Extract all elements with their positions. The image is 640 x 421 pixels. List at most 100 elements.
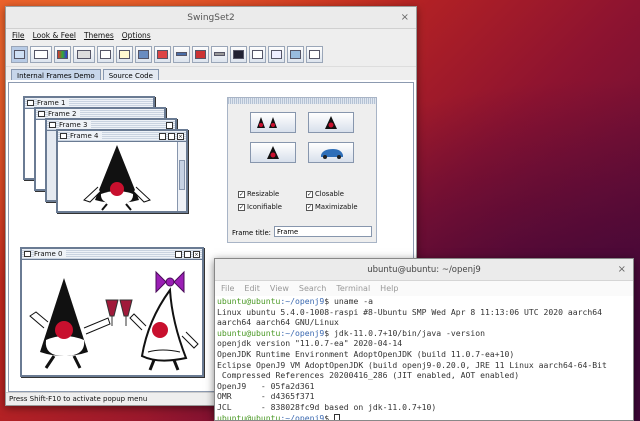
closable-checkbox[interactable]: ✓ Closable [306, 190, 344, 198]
close-icon[interactable]: × [177, 132, 184, 140]
frame-title-label: Frame title: [232, 229, 271, 237]
iconifiable-checkbox[interactable]: ✓ Iconifiable [238, 203, 282, 211]
frame-creation-panel: ✓ Resizable ✓ Closable ✓ Iconifiable ✓ Maxim… [227, 97, 377, 243]
html-demo-button[interactable] [116, 45, 133, 63]
panel-titlebar[interactable] [228, 98, 376, 104]
terminal-line: ubuntu@ubuntu:~/openj9$ [217, 413, 633, 420]
frame-icon [49, 122, 56, 128]
terminal-title: ubuntu@ubuntu: ~/openj9 [367, 265, 481, 275]
menu-file[interactable]: File [221, 284, 234, 293]
frame-icon [24, 251, 31, 257]
color-chooser-demo-button[interactable] [54, 45, 71, 63]
list-demo-button[interactable] [135, 45, 152, 63]
menu-view[interactable]: View [270, 284, 289, 293]
close-icon[interactable]: × [618, 259, 626, 281]
prompt-user: ubuntu@ubuntu [217, 327, 281, 338]
menu-help[interactable]: Help [380, 284, 398, 293]
prompt-user: ubuntu@ubuntu [217, 412, 281, 420]
frame-title: Frame 0 [34, 250, 66, 258]
frame-title: Frame 4 [70, 132, 102, 140]
terminal-window: ubuntu@ubuntu: ~/openj9 × File Edit View… [214, 258, 634, 421]
frame-title: Frame 3 [59, 121, 91, 129]
maximizable-checkbox[interactable]: ✓ Maximizable [306, 203, 358, 211]
close-icon[interactable]: × [401, 7, 409, 29]
checkbox-label: Iconifiable [247, 203, 282, 211]
internal-frame-4[interactable]: Frame 4 × [56, 129, 188, 213]
internal-frame-demo-button[interactable] [11, 45, 28, 63]
terminal-line: Compressed References 20200416_286 (JIT … [217, 370, 520, 381]
file-chooser-demo-button[interactable] [97, 45, 114, 63]
terminal-line: ubuntu@ubuntu:~/openj9$ jdk-11.0.7+10/bi… [217, 328, 633, 339]
menu-look-and-feel[interactable]: Look & Feel [33, 31, 76, 40]
terminal-line: Linux ubuntu 5.4.0-1008-raspi #8-Ubuntu … [217, 306, 602, 317]
duke-toast-image [29, 270, 199, 371]
terminal-line: openjdk version "11.0.7-ea" 2020-04-14 [217, 338, 403, 349]
duke-mascot-image [83, 145, 151, 211]
terminal-line: aarch64 aarch64 GNU/Linux [217, 317, 339, 328]
terminal-line: ubuntu@ubuntu:~/openj9$ uname -a [217, 296, 633, 307]
menubar: File Look & Feel Themes Options [6, 29, 416, 42]
checkbox-label: Closable [315, 190, 344, 198]
progress-bar-demo-button[interactable] [173, 45, 190, 63]
terminal-line: JCL - 838028fc9d based on jdk-11.0.7+10) [217, 401, 437, 412]
cursor [333, 413, 340, 420]
option-pane-demo-button[interactable] [154, 45, 171, 63]
swingset-title: SwingSet2 [187, 13, 235, 23]
frame-icon [38, 111, 45, 117]
tabbed-pane-demo-button[interactable] [249, 45, 266, 63]
prompt-user: ubuntu@ubuntu [217, 296, 281, 306]
prompt-path: :~/openj9 [280, 296, 325, 306]
button-demo-button[interactable] [30, 45, 52, 63]
command: $ jdk-11.0.7+10/bin/java -version [324, 327, 486, 338]
tab-internal-frames-demo[interactable]: Internal Frames Demo [11, 69, 101, 80]
terminal-line: OpenJDK Runtime Environment AdoptOpenJDK… [217, 348, 515, 359]
checkbox-label: Resizable [247, 190, 280, 198]
slider-demo-button[interactable] [211, 45, 228, 63]
frame-title-field[interactable]: Frame [274, 226, 372, 237]
maximize-icon[interactable] [184, 250, 191, 258]
split-pane-demo-button[interactable] [230, 45, 247, 63]
terminal-output[interactable]: ubuntu@ubuntu:~/openj9$ uname -a Linux ub… [215, 296, 633, 420]
scrollbar[interactable] [177, 142, 186, 211]
tree-demo-button[interactable] [306, 45, 323, 63]
command: $ [324, 412, 334, 420]
tab-source-code[interactable]: Source Code [102, 69, 159, 80]
create-frame-button-1[interactable] [250, 112, 296, 133]
combobox-demo-button[interactable] [73, 45, 95, 63]
frame-icon [27, 100, 34, 106]
table-demo-button[interactable] [268, 45, 285, 63]
frame-title: Frame 2 [48, 110, 80, 118]
terminal-line: Eclipse OpenJ9 VM AdoptOpenJDK (build op… [217, 359, 607, 370]
internal-frame-0[interactable]: Frame 0 × [20, 247, 204, 377]
prompt-path: :~/openj9 [280, 327, 325, 338]
create-frame-button-2[interactable] [308, 112, 354, 133]
menu-themes[interactable]: Themes [84, 31, 114, 40]
checkbox-label: Maximizable [315, 203, 358, 211]
minimize-icon[interactable] [166, 121, 173, 129]
minimize-icon[interactable] [159, 132, 166, 140]
maximize-icon[interactable] [168, 132, 175, 140]
terminal-titlebar[interactable]: ubuntu@ubuntu: ~/openj9 × [215, 259, 633, 281]
demo-toolbar [6, 42, 416, 67]
create-frame-button-4[interactable] [308, 142, 354, 163]
menu-search[interactable]: Search [299, 284, 326, 293]
resizable-checkbox[interactable]: ✓ Resizable [238, 190, 279, 198]
scroll-pane-demo-button[interactable] [192, 45, 209, 63]
terminal-line: OMR - d4365f371 [217, 391, 315, 402]
menu-terminal[interactable]: Terminal [336, 284, 370, 293]
terminal-menubar: File Edit View Search Terminal Help [215, 281, 633, 296]
frame-title: Frame 1 [37, 99, 69, 107]
tooltip-demo-button[interactable] [287, 45, 304, 63]
menu-file[interactable]: File [12, 31, 25, 40]
swingset-titlebar[interactable]: SwingSet2 × [6, 7, 416, 29]
create-frame-button-3[interactable] [250, 142, 296, 163]
menu-options[interactable]: Options [122, 31, 151, 40]
close-icon[interactable]: × [193, 250, 200, 258]
menu-edit[interactable]: Edit [244, 284, 260, 293]
demo-tabs: Internal Frames Demo Source Code [6, 67, 416, 80]
frame-icon [60, 133, 67, 139]
prompt-path: :~/openj9 [280, 412, 325, 420]
minimize-icon[interactable] [175, 250, 182, 258]
terminal-line: OpenJ9 - 05fa2d361 [217, 380, 315, 391]
command: $ uname -a [324, 296, 373, 306]
